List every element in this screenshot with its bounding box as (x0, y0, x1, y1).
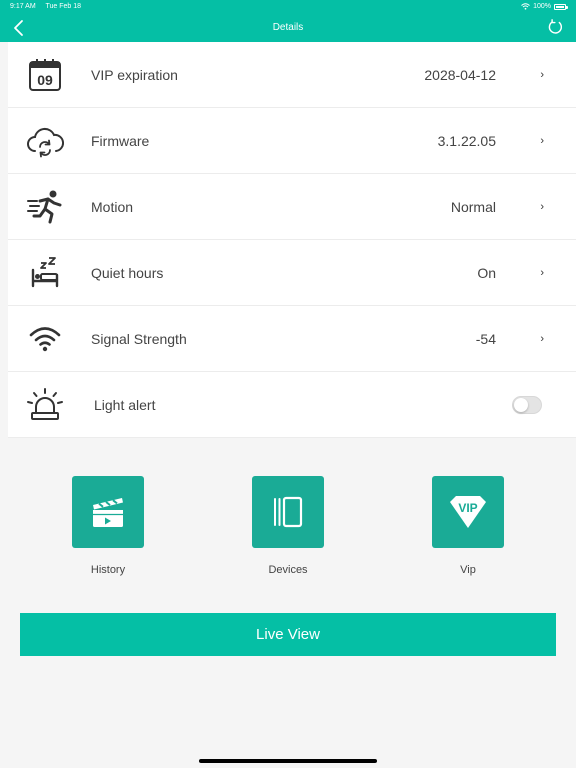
row-label: Signal Strength (91, 330, 187, 347)
row-value: 2028-04-12 (424, 66, 496, 83)
vip-diamond-icon: VIP (450, 496, 486, 528)
clapperboard-icon (93, 498, 123, 527)
vip-tile: VIP (432, 476, 504, 548)
history-tile (72, 476, 144, 548)
row-value: Normal (450, 198, 496, 215)
light-alert-toggle[interactable] (512, 395, 542, 414)
chevron-right-icon: › (540, 68, 544, 81)
calendar-day: 09 (37, 72, 53, 88)
header-bar: 9:17 AM Tue Feb 18 100% Details (0, 0, 576, 42)
row-label: Firmware (91, 132, 150, 149)
chevron-right-icon: › (540, 332, 544, 345)
refresh-button[interactable] (547, 19, 564, 36)
history-label: History (90, 564, 126, 576)
row-light-alert: Light alert (8, 372, 576, 438)
row-label: Quiet hours (91, 264, 164, 281)
vip-label: Vip (460, 564, 476, 576)
wifi-status-icon (521, 3, 530, 10)
status-time: 9:17 AM (10, 3, 36, 10)
details-list: 09 VIP expiration 2028-04-12 › Firmware … (8, 42, 576, 438)
history-button[interactable]: History (58, 476, 158, 576)
sleeping-bed-icon (31, 257, 59, 288)
row-label: Light alert (94, 396, 156, 413)
row-vip-expiration[interactable]: 09 VIP expiration 2028-04-12 › (8, 42, 576, 108)
row-quiet-hours[interactable]: Quiet hours On › (8, 240, 576, 306)
row-value: -54 (475, 330, 496, 347)
status-date: Tue Feb 18 (45, 3, 82, 10)
chevron-right-icon: › (540, 200, 544, 213)
vip-badge-text: VIP (458, 501, 477, 515)
devices-tile (252, 476, 324, 548)
status-bar-right: 100% (521, 3, 568, 10)
siren-icon (27, 388, 63, 420)
cloud-sync-icon (27, 127, 64, 158)
devices-button[interactable]: Devices (238, 476, 338, 576)
battery-percent: 100% (533, 3, 551, 10)
status-bar-left: 9:17 AM Tue Feb 18 (10, 3, 89, 10)
running-person-icon (27, 190, 62, 224)
vip-button[interactable]: VIP Vip (418, 476, 518, 576)
row-label: Motion (91, 198, 134, 215)
chevron-right-icon: › (540, 266, 544, 279)
devices-label: Devices (268, 564, 308, 576)
live-view-button[interactable]: Live View (20, 613, 556, 656)
row-motion[interactable]: Motion Normal › (8, 174, 576, 240)
devices-icon (274, 496, 303, 528)
page-title: Details (272, 22, 304, 33)
row-value: 3.1.22.05 (437, 132, 496, 149)
row-label: VIP expiration (91, 66, 178, 83)
wifi-icon (29, 327, 61, 352)
row-value: On (477, 264, 496, 281)
chevron-right-icon: › (540, 134, 544, 147)
battery-icon (554, 3, 568, 10)
calendar-icon: 09 (29, 59, 61, 91)
home-indicator (199, 759, 377, 763)
row-signal-strength[interactable]: Signal Strength -54 › (8, 306, 576, 372)
row-firmware[interactable]: Firmware 3.1.22.05 › (8, 108, 576, 174)
